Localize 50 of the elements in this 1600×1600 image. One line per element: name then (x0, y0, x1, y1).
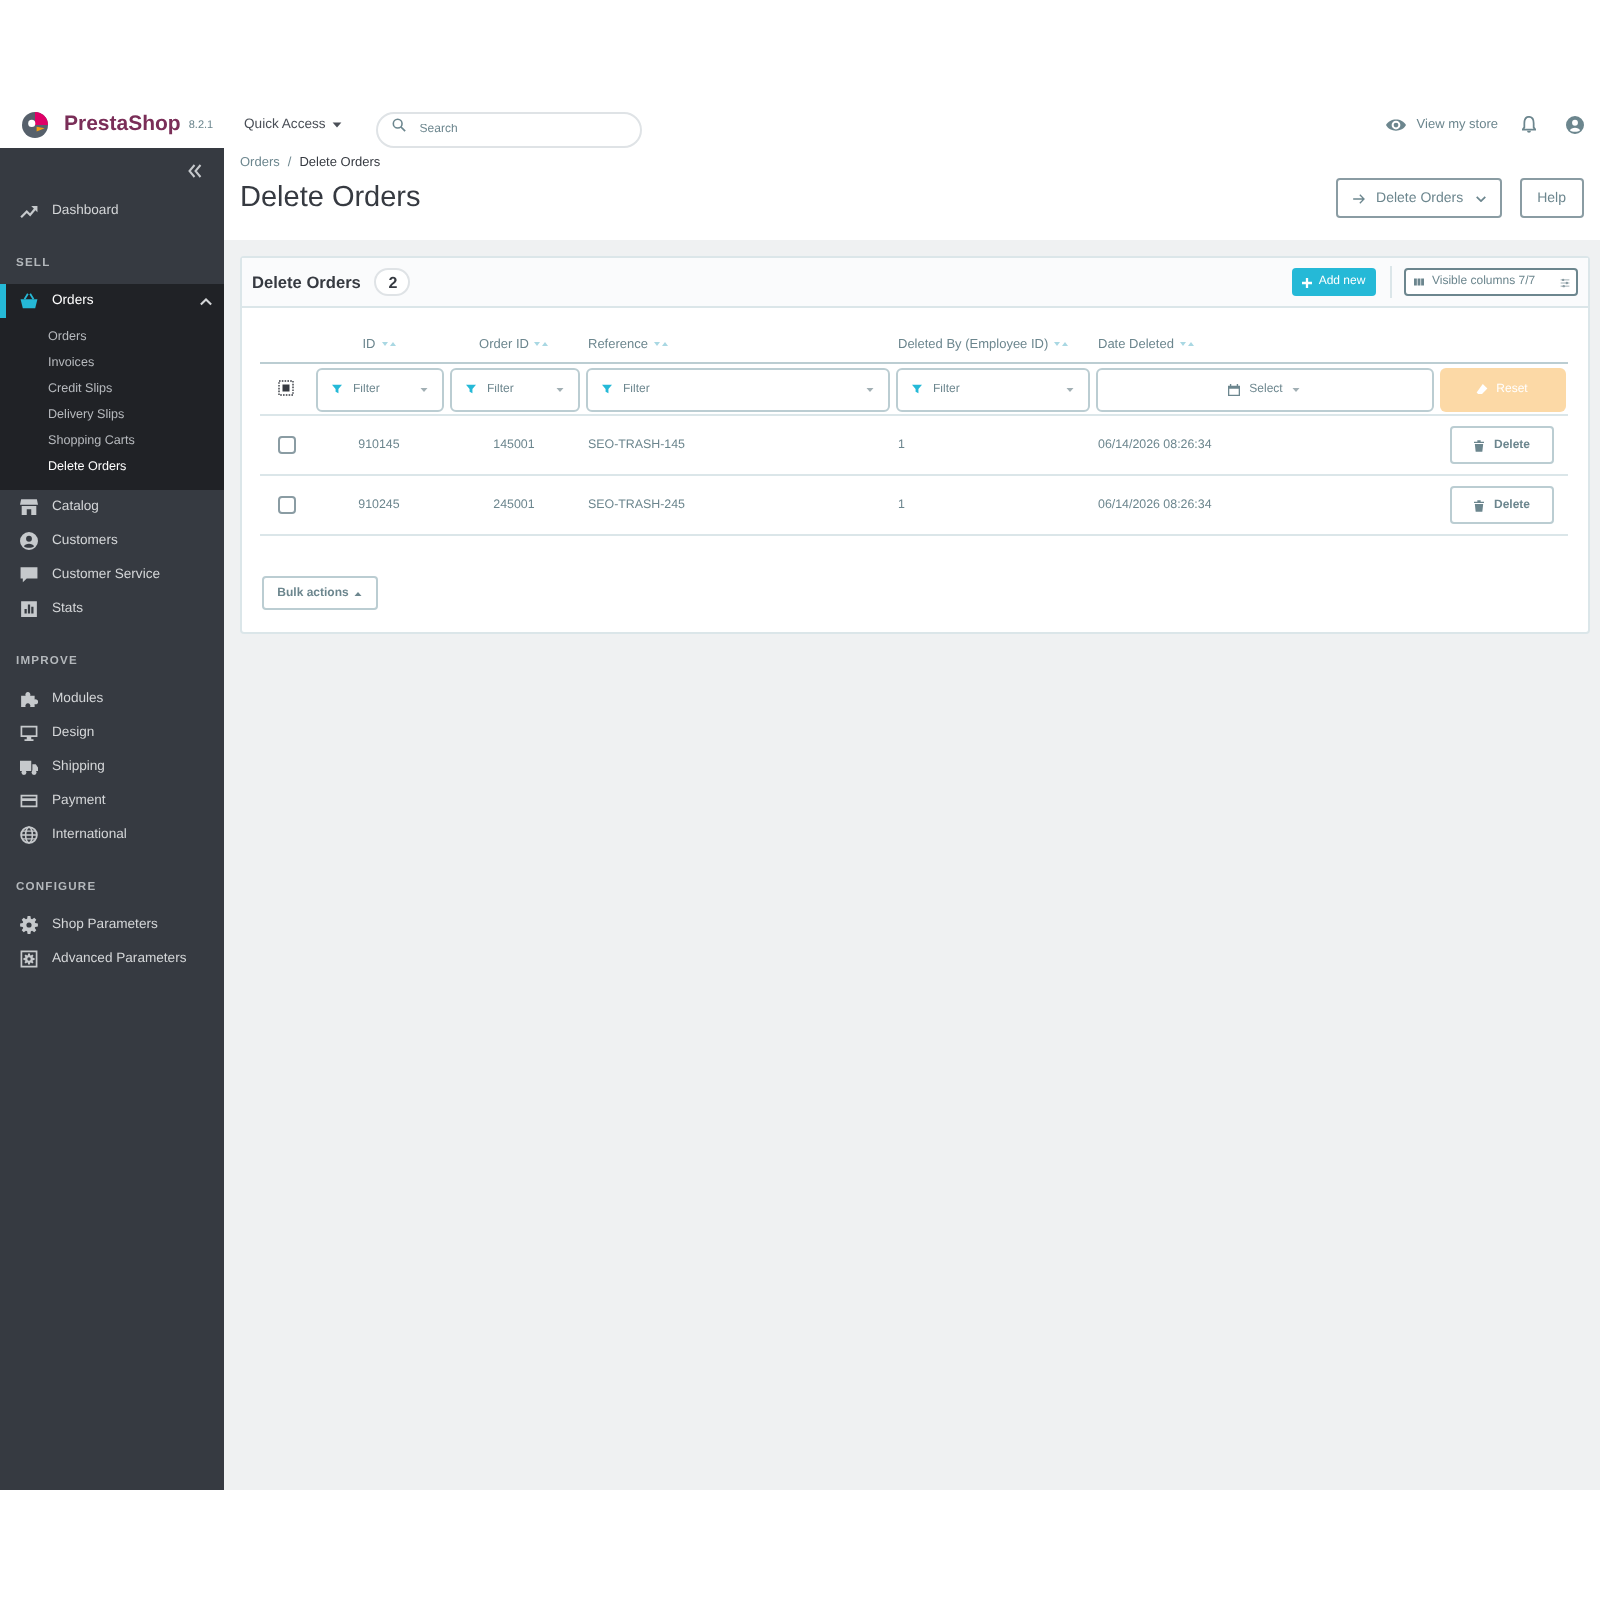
row-checkbox[interactable] (277, 436, 295, 454)
chevron-icon (1475, 195, 1486, 201)
logo-icon (22, 111, 48, 137)
puzzle-icon (20, 690, 38, 708)
trend-line-icon (20, 202, 38, 220)
caret-icon (1292, 387, 1301, 391)
funnel-icon (331, 384, 341, 394)
row-checkbox[interactable] (277, 496, 295, 514)
caret-icon (865, 387, 873, 391)
caret-icon (331, 121, 342, 127)
double-chevron-icon[interactable] (188, 164, 202, 178)
sliders-icon (1560, 277, 1570, 287)
chat-bubble-icon (20, 566, 38, 584)
plus-icon (1302, 277, 1313, 287)
logo-text[interactable]: PrestaShop (64, 112, 181, 136)
basket-icon (20, 292, 38, 310)
sort-icon (1054, 342, 1069, 347)
eye-icon (1386, 117, 1407, 131)
select-all-icon[interactable] (278, 380, 294, 397)
bell-icon[interactable] (1522, 115, 1536, 133)
columns-icon (1414, 278, 1424, 286)
funnel-icon (911, 384, 921, 394)
truck-icon (20, 758, 38, 776)
search-icon (391, 117, 406, 131)
arrow-right-icon (1352, 193, 1367, 203)
trash-icon (1473, 439, 1484, 451)
count-badge: 2 (374, 268, 411, 296)
caret-icon (555, 387, 563, 391)
card-title: Delete Orders (252, 272, 361, 292)
caret-icon (354, 591, 363, 595)
monitor-icon (20, 724, 38, 742)
sort-icon (1179, 342, 1194, 347)
caret-icon (419, 387, 427, 391)
sort-icon (654, 342, 668, 347)
page-title: Delete Orders (240, 180, 423, 216)
trash-icon (1473, 499, 1484, 511)
funnel-icon (465, 384, 475, 394)
sort-icon (381, 342, 396, 347)
calendar-icon (1227, 383, 1240, 395)
bar-chart-icon (20, 600, 38, 618)
sort-icon (534, 342, 549, 347)
gear-icon (20, 916, 38, 934)
gear-square-icon (20, 950, 38, 968)
credit-card-icon (20, 792, 38, 810)
caret-icon (1065, 387, 1073, 391)
user-icon[interactable] (1566, 115, 1584, 133)
funnel-icon (601, 384, 611, 394)
store-icon (20, 498, 38, 516)
globe-icon (20, 826, 38, 844)
eraser-icon (1476, 384, 1489, 394)
